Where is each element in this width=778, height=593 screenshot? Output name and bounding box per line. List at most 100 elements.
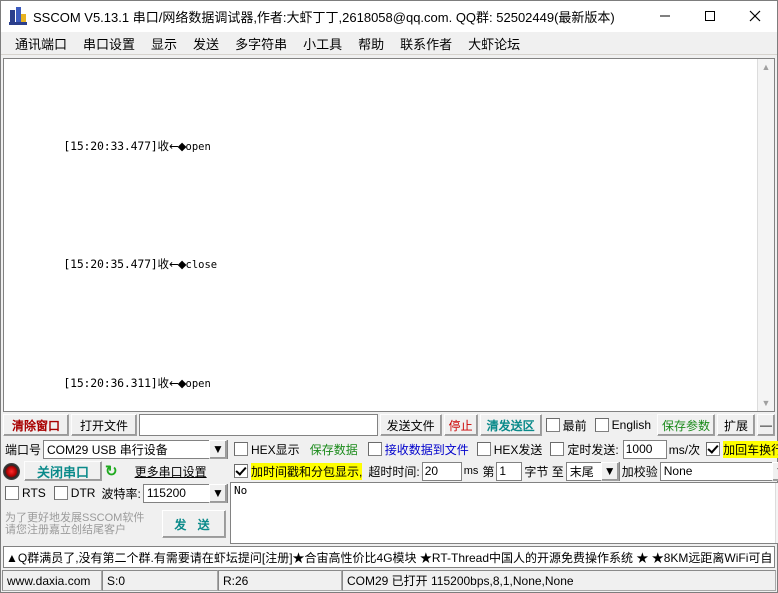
topmost-label: 最前 xyxy=(562,418,587,433)
receive-timestamp: [15:20:33.477] xyxy=(63,138,158,153)
receive-line: [15:20:36.311]收←◆open xyxy=(8,348,753,411)
maximize-button[interactable] xyxy=(687,1,732,31)
window-title: SSCOM V5.13.1 串口/网络数据调试器,作者:大虾丁丁,2618058… xyxy=(33,9,615,25)
baud-rate-label: 波特率: xyxy=(101,486,141,501)
menu-item-port-settings[interactable]: 串口设置 xyxy=(75,32,143,55)
byte-end-value: 末尾 xyxy=(569,464,594,479)
rts-label: RTS xyxy=(22,486,46,500)
collapse-button[interactable]: — xyxy=(757,414,775,436)
hex-send-label: HEX发送 xyxy=(493,442,543,457)
hex-send-checkbox-box[interactable] xyxy=(476,442,491,456)
hex-display-checkbox-box[interactable] xyxy=(234,442,248,456)
refresh-icon[interactable]: ↻ xyxy=(102,462,121,480)
byte-index-input[interactable]: 1 xyxy=(496,461,523,481)
english-label: English xyxy=(611,418,651,432)
menu-bar: 通讯端口 串口设置 显示 发送 多字符串 小工具 帮助 联系作者 大虾论坛 xyxy=(1,32,777,55)
sscom-window: SSCOM V5.13.1 串口/网络数据调试器,作者:大虾丁丁,2618058… xyxy=(0,0,778,593)
timestamp-checkbox[interactable]: 加时间戳和分包显示, xyxy=(230,462,366,480)
port-select[interactable]: COM29 USB 串行设备 ▼ xyxy=(43,439,228,459)
close-button[interactable] xyxy=(732,1,777,31)
serial-config-column: 端口号 COM29 USB 串行设备 ▼ 关闭串口 ↻ 更多串口设置 RTS D… xyxy=(3,438,228,544)
crlf-label: 加回车换行 xyxy=(723,440,778,458)
chevron-down-icon[interactable]: ▼ xyxy=(209,439,227,459)
menu-item-help[interactable]: 帮助 xyxy=(350,32,392,55)
byte-mid-label: 字节 至 xyxy=(524,464,564,479)
checksum-value: None xyxy=(663,464,693,478)
hex-display-label: HEX显示 xyxy=(251,442,300,457)
flow-control-row: RTS DTR 波特率: 115200 ▼ xyxy=(3,482,228,504)
receive-direction: 收 xyxy=(157,257,170,271)
menu-item-send[interactable]: 发送 xyxy=(185,32,227,55)
open-file-button[interactable]: 打开文件 xyxy=(71,414,137,436)
send-button[interactable]: 发 送 xyxy=(162,510,226,538)
topmost-checkbox-box[interactable] xyxy=(545,418,560,432)
action-toolbar: 清除窗口 打开文件 发送文件 停止 清发送区 最前 English 保存参数 扩… xyxy=(3,414,775,436)
crlf-checkbox-box[interactable] xyxy=(706,442,721,456)
crlf-checkbox[interactable]: 加回车换行 xyxy=(702,440,778,458)
timed-send-unit-label: ms/次 xyxy=(668,442,701,457)
send-file-button[interactable]: 发送文件 xyxy=(379,414,442,436)
register-note-line1: 为了更好地发展SSCOM软件 xyxy=(5,512,145,524)
english-checkbox[interactable]: English xyxy=(591,414,655,436)
menu-item-contact-author[interactable]: 联系作者 xyxy=(392,32,460,55)
chevron-down-icon[interactable]: ▼ xyxy=(771,461,778,481)
receive-log[interactable]: [15:20:33.477]收←◆open [15:20:35.477]收←◆c… xyxy=(4,59,757,411)
receive-scrollbar[interactable]: ▲ ▼ xyxy=(757,59,774,411)
menu-item-forum[interactable]: 大虾论坛 xyxy=(460,32,528,55)
sscom-app-icon xyxy=(9,7,27,25)
minimize-button[interactable] xyxy=(642,1,687,31)
baud-rate-value: 115200 xyxy=(146,486,186,500)
hex-send-checkbox[interactable]: HEX发送 xyxy=(473,441,547,458)
recv-to-file-checkbox[interactable]: 接收数据到文件 xyxy=(364,441,473,458)
save-params-button[interactable]: 保存参数 xyxy=(657,414,715,436)
timed-send-checkbox[interactable]: 定时发送: xyxy=(546,441,622,458)
hex-display-checkbox[interactable]: HEX显示 xyxy=(230,441,304,458)
dtr-checkbox[interactable]: DTR xyxy=(50,486,100,500)
topmost-checkbox[interactable]: 最前 xyxy=(542,414,591,436)
baud-rate-select[interactable]: 115200 ▼ xyxy=(142,483,228,503)
timestamp-checkbox-box[interactable] xyxy=(234,464,248,478)
close-port-button[interactable]: 关闭串口 xyxy=(24,461,102,481)
checksum-select[interactable]: None ▼ xyxy=(659,461,778,481)
register-note-line2: 请您注册嘉立创结尾客户 xyxy=(5,524,126,536)
timeout-input[interactable]: 20 xyxy=(421,461,462,481)
timed-send-checkbox-box[interactable] xyxy=(550,442,565,456)
chevron-down-icon[interactable]: ▼ xyxy=(209,483,227,503)
rts-checkbox[interactable]: RTS xyxy=(3,486,50,500)
status-bar: www.daxia.com S:0 R:26 COM29 已打开 115200b… xyxy=(2,570,776,591)
english-checkbox-box[interactable] xyxy=(594,418,609,432)
timed-send-interval-input[interactable]: 1000 xyxy=(622,439,667,459)
ad-banner[interactable]: ▲Q群满员了,没有第二个群.有需要请在虾坛提问[注册]★合宙高性价比4G模块 ★… xyxy=(3,546,775,568)
receive-timestamp: [15:20:35.477] xyxy=(63,257,158,271)
checksum-label: 加校验 xyxy=(621,464,658,479)
file-path-input[interactable] xyxy=(139,414,378,436)
extend-button[interactable]: 扩展 xyxy=(717,414,755,436)
stop-button[interactable]: 停止 xyxy=(443,414,478,436)
byte-prefix-label: 第 xyxy=(482,464,495,479)
status-website[interactable]: www.daxia.com xyxy=(2,570,102,591)
more-port-settings-button[interactable]: 更多串口设置 xyxy=(135,463,207,480)
menu-item-display[interactable]: 显示 xyxy=(143,32,185,55)
menu-item-comm-port[interactable]: 通讯端口 xyxy=(7,32,75,55)
menu-item-tools[interactable]: 小工具 xyxy=(295,32,350,55)
rts-checkbox-box[interactable] xyxy=(5,486,19,500)
dtr-checkbox-box[interactable] xyxy=(53,486,68,500)
recv-to-file-checkbox-box[interactable] xyxy=(367,442,382,456)
clear-window-button[interactable]: 清除窗口 xyxy=(3,414,69,436)
options-row-2: 加时间戳和分包显示, 超时时间: 20 ms 第 1 字节 至 末尾 ▼ 加校验… xyxy=(230,460,778,482)
send-text-area[interactable]: No ▲ ▼ xyxy=(230,482,778,544)
receive-arrow-icon: ←◆ xyxy=(169,257,187,271)
menu-item-multi-string[interactable]: 多字符串 xyxy=(227,32,295,55)
scroll-up-icon[interactable]: ▲ xyxy=(758,59,774,75)
scroll-down-icon[interactable]: ▼ xyxy=(758,395,774,411)
save-data-button[interactable]: 保存数据 xyxy=(304,441,364,458)
send-text-value[interactable]: No xyxy=(231,483,775,543)
byte-end-select[interactable]: 末尾 ▼ xyxy=(565,461,620,481)
receive-area[interactable]: [15:20:33.477]收←◆open [15:20:35.477]收←◆c… xyxy=(3,58,775,412)
clear-send-area-button[interactable]: 清发送区 xyxy=(479,414,542,436)
port-row: 端口号 COM29 USB 串行设备 ▼ xyxy=(3,438,228,460)
chevron-down-icon[interactable]: ▼ xyxy=(600,461,619,481)
receive-line: [15:20:35.477]收←◆close xyxy=(8,230,753,302)
status-connection-info: COM29 已打开 115200bps,8,1,None,None xyxy=(342,570,776,591)
status-sent-count: S:0 xyxy=(102,570,218,591)
